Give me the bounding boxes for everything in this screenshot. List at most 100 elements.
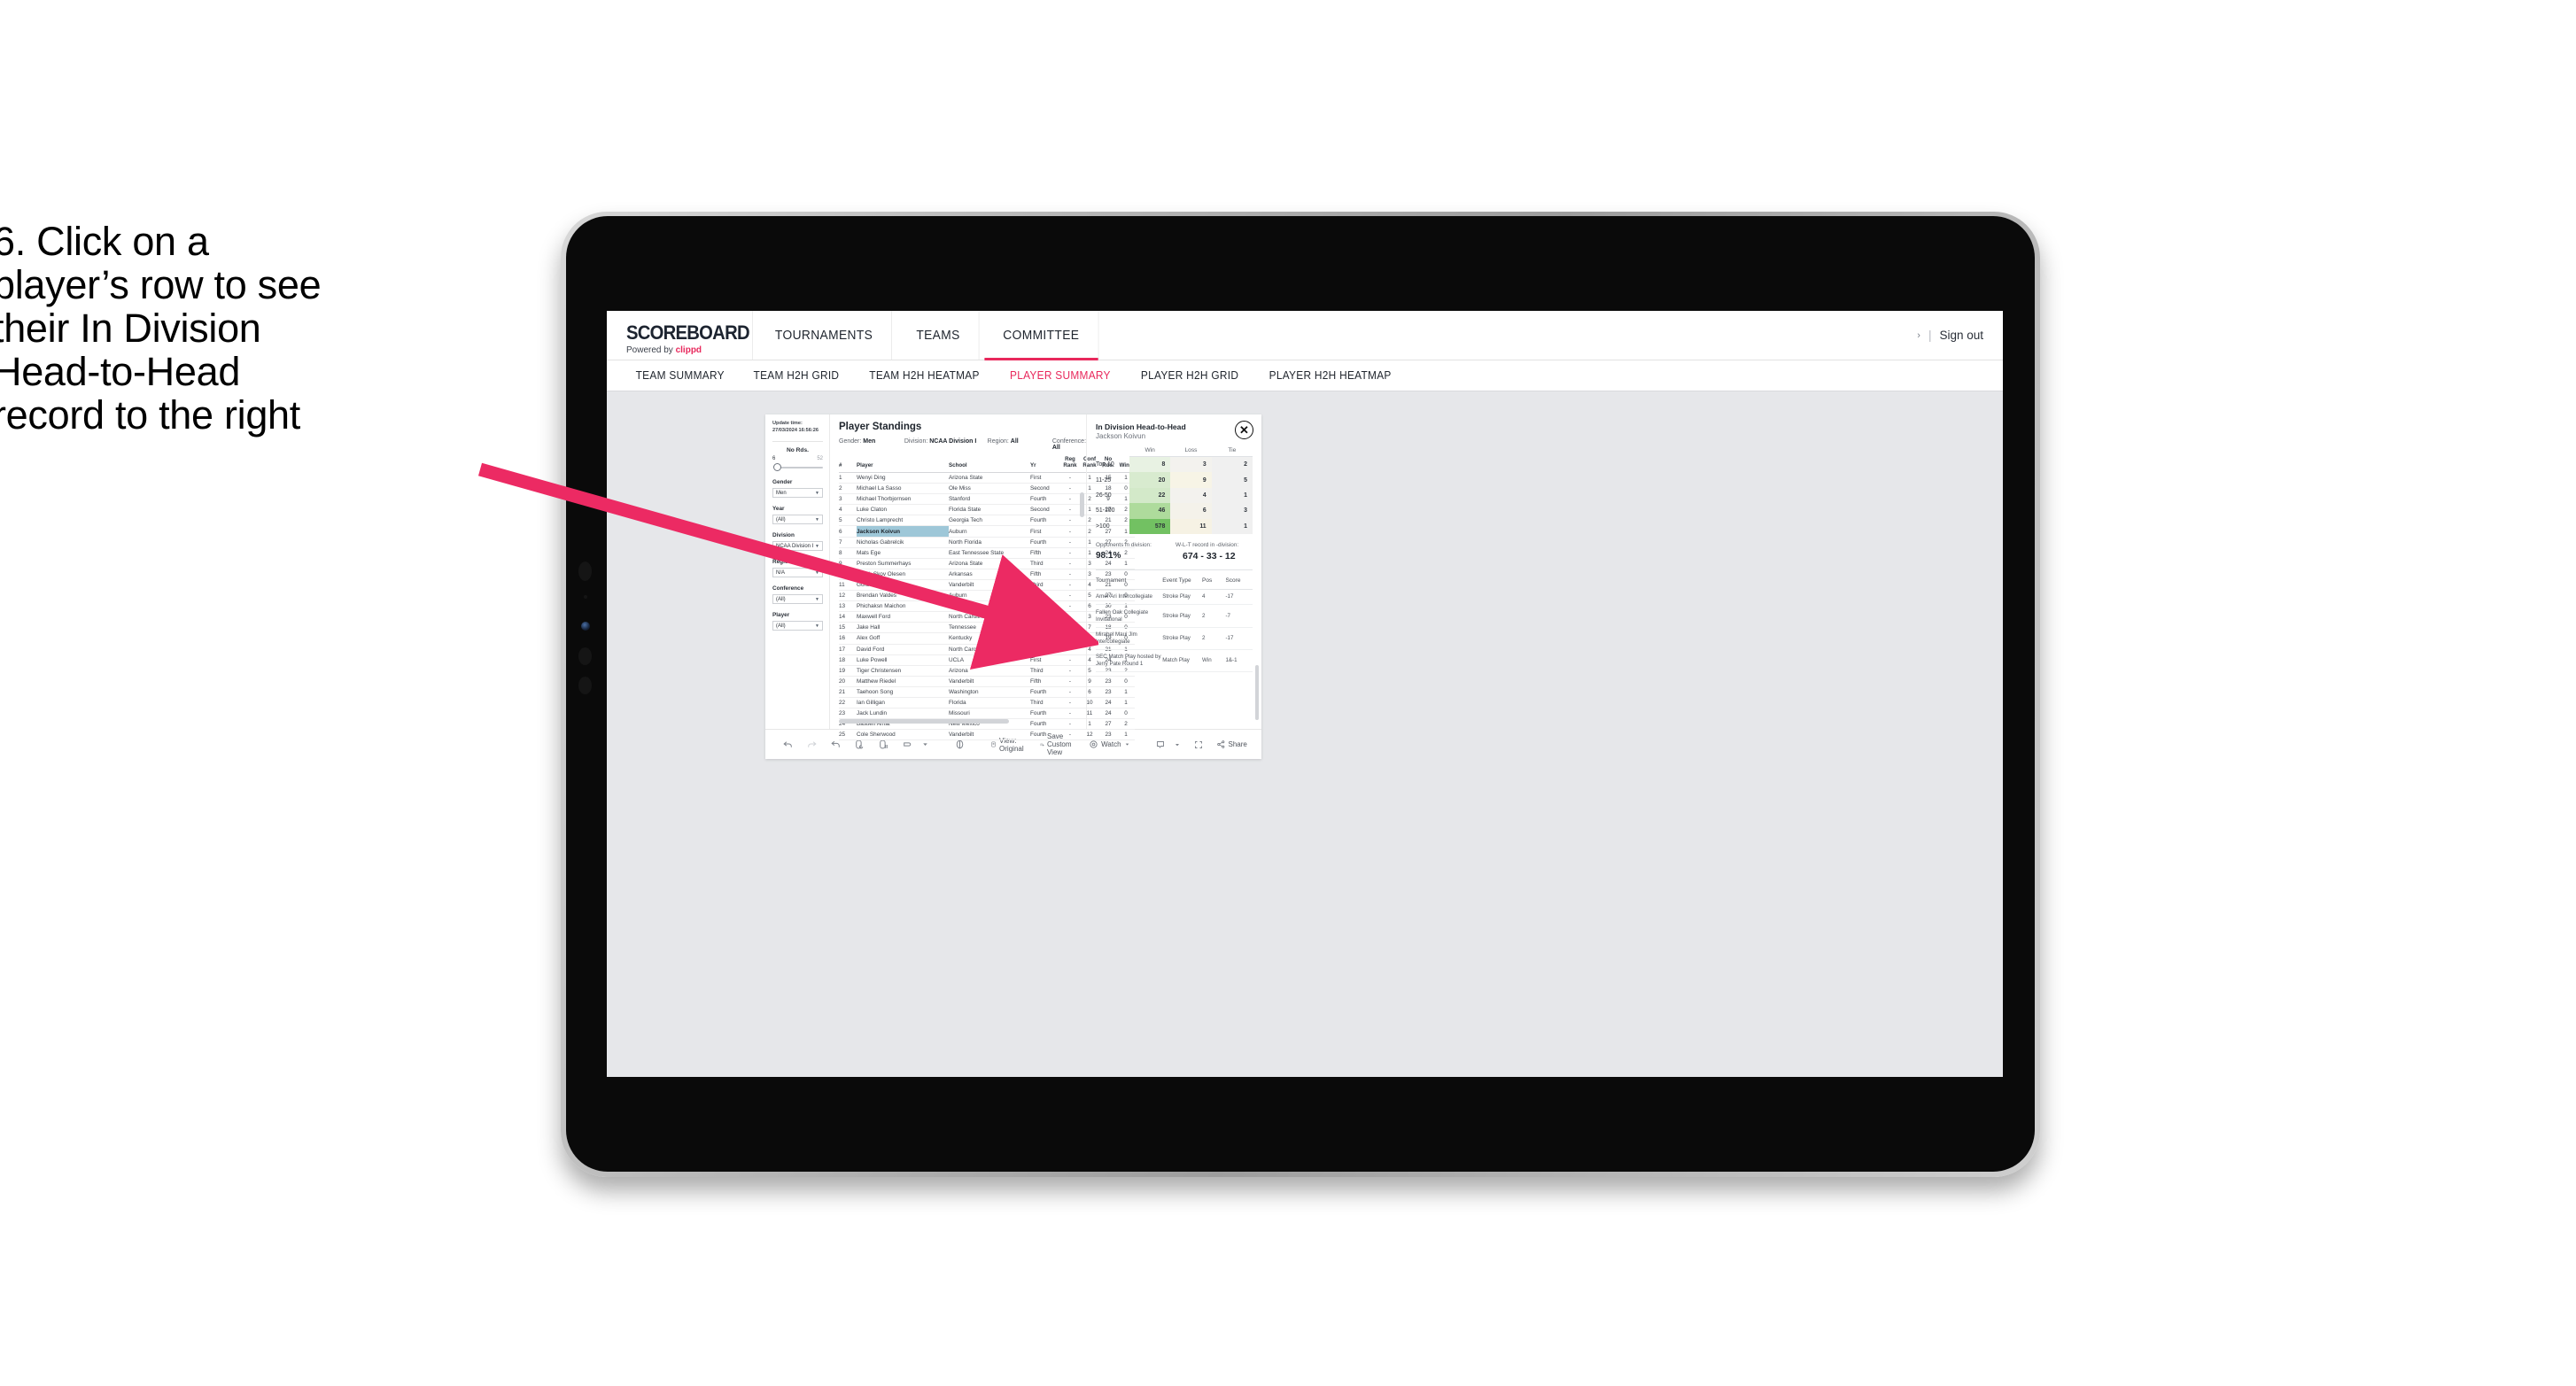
- nav-committee[interactable]: COMMITTEE: [984, 311, 1099, 360]
- tournament-body: Amer Ari Intercollegiate Stroke Play 4 -17 F…: [1096, 589, 1253, 673]
- fullscreen-icon[interactable]: [1187, 739, 1210, 750]
- h2h-band-label: 51-100: [1096, 507, 1115, 515]
- h2h-row: 26-50 22 4 1: [1096, 487, 1253, 504]
- chevron-down-icon[interactable]: [1172, 741, 1187, 748]
- sensor-dot-icon: [578, 677, 592, 694]
- cell-yr: Fifth: [1030, 676, 1060, 687]
- caption-line-2: player’s row to see: [0, 262, 322, 308]
- account-area: › | Sign out: [1917, 311, 2003, 360]
- cell-reg-rank: -: [1060, 708, 1080, 720]
- undo-icon[interactable]: [776, 739, 800, 750]
- close-circle-icon[interactable]: ✕: [1235, 421, 1253, 439]
- cell-score: -7: [1225, 604, 1253, 628]
- tab-team-summary[interactable]: TEAM SUMMARY: [624, 369, 736, 382]
- h2h-cell-win: 22: [1129, 487, 1171, 504]
- kpi-record: W-L-T record in -division: 674 - 33 - 12: [1174, 542, 1253, 561]
- update-time-value: 27/03/2024 16:56:26: [772, 427, 819, 433]
- tablet-bezel: SCOREBOARD Powered by clippd TOURNAMENTS…: [566, 216, 2035, 1172]
- tournament-scrollbar[interactable]: [1255, 665, 1259, 720]
- cell-reg-rank: -: [1060, 729, 1080, 741]
- h2h-band-label: 11-25: [1096, 476, 1112, 484]
- redo-icon[interactable]: [800, 739, 824, 750]
- brand-logo[interactable]: SCOREBOARD Powered by clippd: [607, 311, 753, 360]
- cell-tournament-name: SEC Match Play hosted by Jerry Pate Roun…: [1096, 649, 1163, 673]
- tab-team-h2h-grid[interactable]: TEAM H2H GRID: [742, 369, 851, 382]
- table-horizontal-scrollbar[interactable]: [839, 719, 1009, 724]
- share-button[interactable]: Share: [1210, 739, 1253, 749]
- tournament-row[interactable]: Amer Ari Intercollegiate Stroke Play 4 -17: [1096, 589, 1253, 606]
- cell-pos: 2: [1202, 627, 1226, 650]
- tournament-row[interactable]: Fallen Oak Collegiate Invitational Stroke…: [1096, 604, 1253, 628]
- col-tournament: Tournament: [1096, 571, 1163, 590]
- cell-reg-rank: -: [1060, 697, 1080, 709]
- cell-player: Cole Sherwood: [857, 729, 949, 741]
- caption-line-4: Head-to-Head: [0, 349, 241, 395]
- h2h-cell-tie: 2: [1211, 456, 1253, 473]
- tournament-header-row: Tournament Event Type Pos Score: [1096, 571, 1253, 590]
- tournament-row[interactable]: SEC Match Play hosted by Jerry Pate Roun…: [1096, 649, 1253, 673]
- cell-reg-rank: -: [1060, 676, 1080, 687]
- powered-prefix: Powered by: [626, 345, 673, 355]
- h2h-cell-win: 8: [1129, 456, 1171, 473]
- tab-player-h2h-heatmap[interactable]: PLAYER H2H HEATMAP: [1257, 369, 1403, 382]
- h2h-row: 51-100 46 6 3: [1096, 503, 1253, 519]
- h2h-band-label: >100: [1096, 523, 1110, 530]
- cell-event-type: Stroke Play: [1162, 589, 1203, 606]
- cell-no-rds: 23: [1099, 729, 1117, 741]
- cell-school: Vanderbilt: [949, 729, 1030, 741]
- tournament-row[interactable]: Mirabel Maui Jim Intercollegiate Stroke P…: [1096, 627, 1253, 650]
- h2h-cell-tie: 1: [1211, 487, 1253, 504]
- cell-rank: 25: [839, 729, 857, 741]
- chevron-down-icon: [1125, 743, 1129, 746]
- brand-powered-by: Powered by clippd: [626, 345, 752, 355]
- cell-yr: Third: [1030, 697, 1060, 709]
- h2h-header-row: Win Loss Tie: [1096, 447, 1253, 457]
- h2h-cell-loss: 9: [1170, 472, 1212, 488]
- h2h-body: Top 10 8 3 2 11-25 20 9 5 26-50 22 4 1 51-100 46 6 3 >10…: [1096, 456, 1253, 534]
- cell-wins: 1: [1117, 729, 1135, 741]
- cell-yr: Fourth: [1030, 718, 1060, 731]
- cell-rank: 20: [839, 676, 857, 687]
- tablet-screen: SCOREBOARD Powered by clippd TOURNAMENTS…: [607, 311, 2003, 1077]
- h2h-band-label: 26-50: [1096, 492, 1112, 499]
- kpi-opponents-label: Opponents in division:: [1096, 541, 1152, 548]
- h2h-col-loss: Loss: [1170, 447, 1212, 457]
- powered-clippd: clippd: [675, 345, 702, 355]
- cell-school: Vanderbilt: [949, 676, 1030, 687]
- kpi-opponents: Opponents in division: 98.1%: [1096, 542, 1174, 561]
- cell-rank: 21: [839, 686, 857, 698]
- kpi-record-value: 674 - 33 - 12: [1183, 550, 1236, 561]
- sign-out-link[interactable]: Sign out: [1939, 329, 1983, 342]
- table-row[interactable]: 25 Cole Sherwood Vanderbilt Fourth -12 23 1: [839, 729, 1135, 741]
- cell-player: Matthew Riedel: [857, 676, 949, 687]
- divider: [772, 441, 823, 443]
- h2h-cell-win: 20: [1129, 472, 1171, 488]
- cell-player: Taehoon Song: [857, 686, 949, 698]
- chevron-down-icon[interactable]: [919, 740, 935, 748]
- download-icon[interactable]: [1149, 739, 1172, 750]
- nav-teams[interactable]: TEAMS: [898, 311, 980, 360]
- instruction-caption: 6. Click on a player’s row to see their …: [0, 220, 524, 437]
- cell-pos: Win: [1202, 649, 1226, 673]
- h2h-cell-tie: 3: [1211, 503, 1253, 519]
- cell-event-type: Stroke Play: [1162, 627, 1203, 650]
- nav-tournaments[interactable]: TOURNAMENTS: [757, 311, 893, 360]
- cell-tournament-name: Amer Ari Intercollegiate: [1096, 589, 1163, 606]
- h2h-col-band: [1096, 447, 1129, 457]
- pointer-arrow: [477, 462, 1098, 670]
- h2h-cell-loss: 4: [1170, 487, 1212, 504]
- tab-player-summary[interactable]: PLAYER SUMMARY: [998, 369, 1122, 382]
- watch-button[interactable]: Watch: [1082, 739, 1136, 749]
- cell-score: 1&-1: [1225, 649, 1253, 673]
- main-nav: TOURNAMENTS TEAMS COMMITTEE: [753, 311, 1102, 360]
- tab-player-h2h-grid[interactable]: PLAYER H2H GRID: [1129, 369, 1251, 382]
- h2h-kpis: Opponents in division: 98.1% W-L-T recor…: [1096, 542, 1253, 561]
- cell-tournament-name: Mirabel Maui Jim Intercollegiate: [1096, 627, 1163, 650]
- page-title: Player Standings: [839, 422, 922, 432]
- app-header: SCOREBOARD Powered by clippd TOURNAMENTS…: [607, 311, 2003, 360]
- h2h-row: 11-25 20 9 5: [1096, 472, 1253, 488]
- account-chevron-icon[interactable]: ›: [1917, 330, 1920, 341]
- update-time-label: Update time:: [772, 421, 803, 426]
- tab-team-h2h-heatmap[interactable]: TEAM H2H HEATMAP: [857, 369, 991, 382]
- kpi-opponents-value: 98.1%: [1096, 550, 1121, 561]
